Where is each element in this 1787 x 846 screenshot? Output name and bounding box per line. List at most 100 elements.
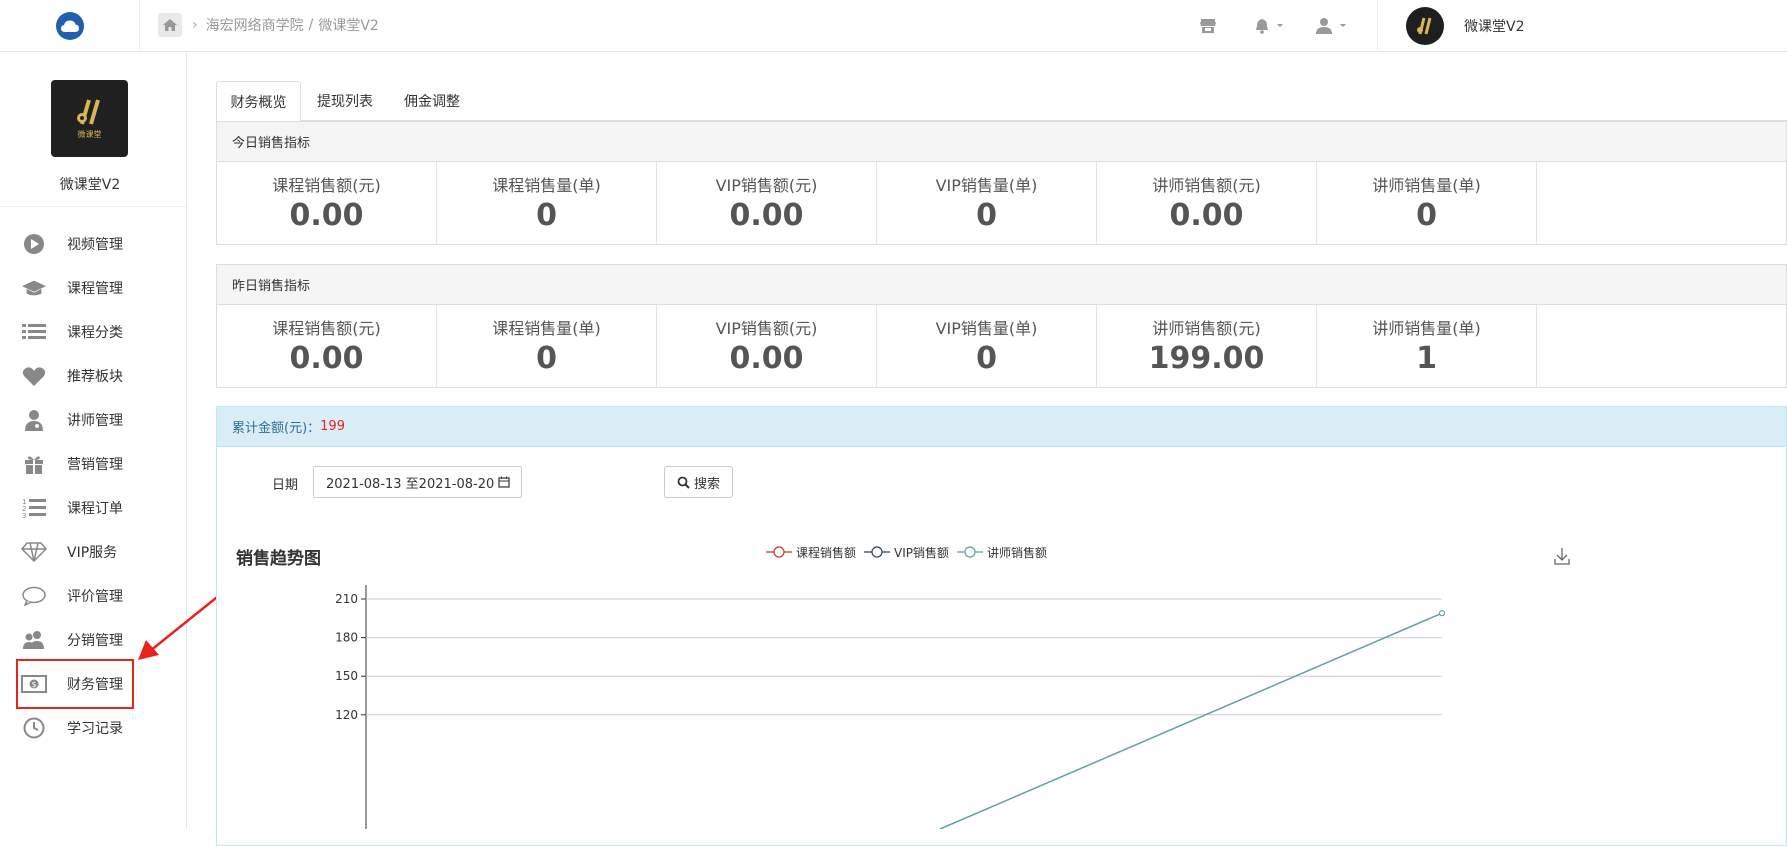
legend-item[interactable]: VIP销售额 [864, 544, 949, 561]
legend-item[interactable]: 讲师销售额 [957, 544, 1047, 561]
stat-value: 0.00 [1169, 198, 1244, 233]
breadcrumb-separator: / [308, 17, 314, 33]
svg-text:3: 3 [22, 512, 26, 519]
user-profile[interactable]: 微课堂V2 [1377, 0, 1524, 52]
sidebar-item-label: 视频管理 [67, 237, 123, 253]
panel-title: 昨日销售指标 [217, 265, 1786, 305]
series-line-trainer [939, 612, 1443, 829]
data-point-trainer [1438, 610, 1446, 617]
chart-legend: 课程销售额 VIP销售额 讲师销售额 [766, 544, 1055, 560]
sidebar-item-6[interactable]: 1 2 3 课程订单 [0, 486, 186, 530]
comment-icon [21, 585, 47, 607]
sidebar-item-4[interactable]: 讲师管理 [0, 398, 186, 442]
stat-label: 课程销售额(元) [272, 319, 381, 338]
sidebar-item-5[interactable]: 营销管理 [0, 442, 186, 486]
user-md-icon [21, 409, 47, 431]
sidebar-item-label: VIP服务 [67, 545, 118, 561]
legend-item[interactable]: 课程销售额 [766, 544, 856, 561]
sidebar-item-label: 分销管理 [67, 633, 123, 649]
top-bar: › 海宏网络商学院 / 微课堂V2 微课堂V2 [0, 0, 1787, 52]
stat-label: 讲师销售额(元) [1152, 319, 1261, 338]
stat-label: 课程销售额(元) [272, 176, 381, 195]
y-tick-label: 210 [335, 592, 358, 606]
sidebar-item-8[interactable]: 评价管理 [0, 574, 186, 618]
user-name: 微课堂V2 [1464, 19, 1525, 35]
search-button[interactable]: 搜索 [664, 466, 733, 498]
stat-label: 课程销售量(单) [492, 176, 601, 195]
sales-trend-chart: 210 180 150 120 [335, 585, 1446, 829]
tab-commission-adjust[interactable]: 佣金调整 [391, 81, 473, 121]
stat-card: 课程销售量(单) 0 [437, 162, 657, 244]
stat-value: 0 [1416, 198, 1437, 233]
date-range-value: 2021-08-13 至2021-08-20 [326, 476, 495, 492]
sidebar-item-0[interactable]: 视频管理 [0, 222, 186, 266]
stat-card: 课程销售额(元) 0.00 [217, 305, 437, 387]
sidebar-item-11[interactable]: 学习记录 [0, 706, 186, 750]
play-circle-icon [21, 233, 47, 255]
tab-bar: 财务概览 提现列表 佣金调整 [216, 81, 1787, 122]
breadcrumb-chevron-icon: › [192, 17, 198, 33]
stat-label: VIP销售额(元) [715, 176, 818, 195]
clock-icon [21, 717, 47, 739]
stat-card: 讲师销售额(元) 0.00 [1097, 162, 1317, 244]
calendar-icon [498, 476, 510, 488]
sidebar-item-9[interactable]: 分销管理 [0, 618, 186, 662]
stat-card: 讲师销售量(单) 0 [1317, 162, 1537, 244]
stat-label: 讲师销售量(单) [1372, 176, 1481, 195]
sidebar-item-label: 营销管理 [67, 457, 123, 473]
tab-withdrawal-list[interactable]: 提现列表 [305, 81, 385, 121]
ordered-list-icon: 123 [21, 497, 47, 519]
stat-card: VIP销售额(元) 0.00 [657, 305, 877, 387]
app-logo-area[interactable] [0, 0, 140, 52]
stat-card: 课程销售量(单) 0 [437, 305, 657, 387]
avatar [1406, 7, 1444, 45]
legend-label: 讲师销售额 [987, 545, 1048, 560]
total-amount-value: 199 [320, 419, 345, 434]
sidebar-item-1[interactable]: 课程管理 [0, 266, 186, 310]
sidebar-item-label: 讲师管理 [67, 413, 123, 429]
panel-title: 今日销售指标 [217, 122, 1786, 162]
home-icon[interactable] [158, 13, 182, 37]
heart-icon [21, 365, 47, 387]
brand-logo-caption: 微课堂 [77, 130, 102, 139]
gift-icon [21, 453, 47, 475]
sidebar-item-7[interactable]: VIP服务 [0, 530, 186, 574]
stat-value: 0.00 [729, 341, 804, 376]
breadcrumb-school[interactable]: 海宏网络商学院 [206, 15, 304, 35]
diamond-icon [21, 541, 47, 563]
bell-icon[interactable] [1254, 0, 1284, 52]
highlight-box [16, 659, 134, 709]
stat-card: VIP销售量(单) 0 [877, 305, 1097, 387]
breadcrumb-app[interactable]: 微课堂V2 [318, 15, 378, 35]
graduation-cap-icon [21, 277, 47, 299]
date-label: 日期 [272, 478, 299, 493]
stat-value: 0.00 [729, 198, 804, 233]
y-tick-label: 120 [335, 708, 358, 722]
y-tick-label: 150 [335, 669, 358, 683]
total-amount-label: 累计金额(元)： [232, 421, 321, 436]
brand-logo: 微课堂 [51, 80, 128, 157]
yesterday-stats: 课程销售额(元) 0.00 课程销售量(单) 0 VIP销售额(元) 0.00 VIP销售量… [217, 305, 1786, 387]
stat-value: 0.00 [289, 198, 364, 233]
sidebar-item-label: 课程分类 [67, 325, 123, 341]
date-range-input[interactable]: 2021-08-13 至2021-08-20 [313, 466, 522, 498]
stat-card: 讲师销售量(单) 1 [1317, 305, 1537, 387]
stat-value: 0 [976, 341, 997, 376]
stat-label: 讲师销售量(单) [1372, 319, 1481, 338]
sidebar-item-2[interactable]: 课程分类 [0, 310, 186, 354]
stat-value: 0 [536, 341, 557, 376]
store-icon[interactable] [1199, 0, 1217, 52]
tab-finance-overview[interactable]: 财务概览 [216, 81, 301, 122]
users-icon [21, 629, 47, 651]
stat-label: VIP销售额(元) [715, 319, 818, 338]
legend-label: 课程销售额 [796, 545, 857, 560]
stat-label: VIP销售量(单) [935, 176, 1038, 195]
user-menu-icon[interactable] [1315, 0, 1347, 52]
legend-label: VIP销售额 [894, 545, 950, 560]
download-icon[interactable] [1554, 547, 1570, 565]
sidebar-item-3[interactable]: 推荐板块 [0, 354, 186, 398]
sidebar-item-label: 课程管理 [67, 281, 123, 297]
sidebar-item-label: 学习记录 [67, 721, 123, 737]
stat-card: VIP销售量(单) 0 [877, 162, 1097, 244]
cloud-logo-icon [55, 12, 84, 40]
